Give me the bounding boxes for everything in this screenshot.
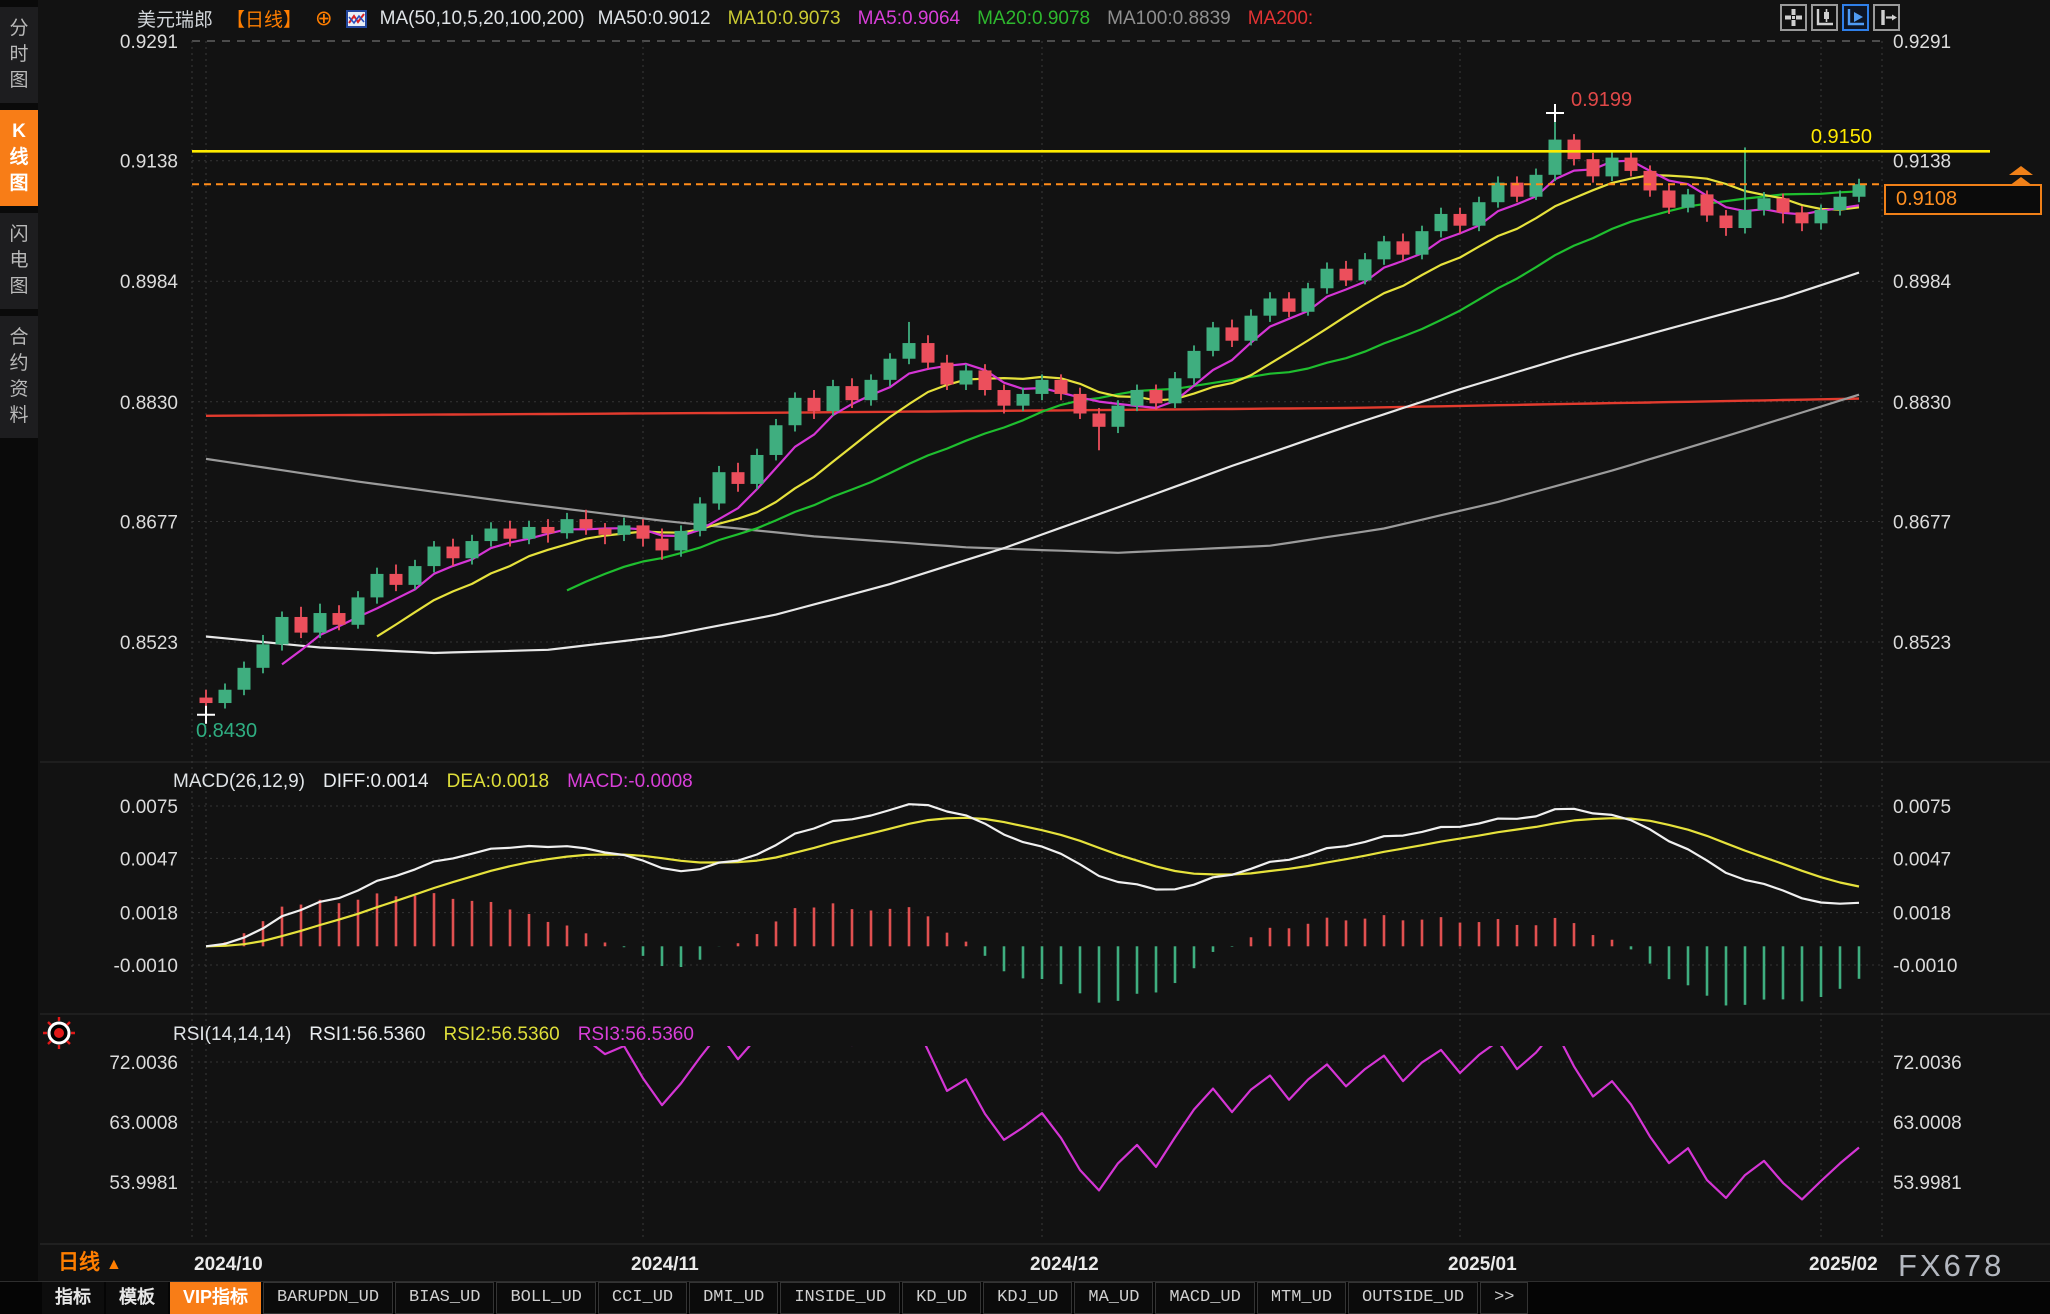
ma-value-1: MA10:0.9073	[728, 8, 841, 30]
period-selector-label: 日线	[58, 1251, 100, 1274]
svg-text:0.9138: 0.9138	[1893, 152, 1951, 173]
period-selector[interactable]: 日线 ▲	[58, 1246, 122, 1276]
ma-value-0: MA50:0.9012	[598, 8, 711, 30]
macd-hist-value: MACD:-0.0008	[567, 771, 693, 793]
macd-dea-value: DEA:0.0018	[447, 771, 549, 793]
ma-values: MA50:0.9012 MA10:0.9073 MA5:0.9064 MA20:0.9…	[598, 8, 1314, 30]
macd-diff-value: DIFF:0.0014	[323, 771, 429, 793]
indicator-tab-bar: 指标模板VIP指标BARUPDN_UDBIAS_UDBOLL_UDCCI_UDD…	[0, 1281, 2050, 1314]
rsi-title: RSI(14,14,14)	[173, 1024, 291, 1046]
svg-text:2024/12: 2024/12	[1030, 1254, 1099, 1275]
chart-canvas[interactable]: 0.9291 0.9291 0.9138 0.9138 0.8984 0.8984 0.88…	[0, 0, 2050, 1282]
macd-title: MACD(26,12,9)	[173, 771, 305, 793]
ma-value-5: MA200:	[1248, 8, 1313, 30]
trading-app: 0.9291 0.9291 0.9138 0.9138 0.8984 0.8984 0.88…	[0, 0, 2050, 1314]
svg-text:0.8984: 0.8984	[1893, 272, 1952, 293]
sidebar-item-1[interactable]: K线图	[0, 110, 38, 206]
svg-text:0.0018: 0.0018	[120, 904, 178, 925]
live-indicator-icon[interactable]	[42, 1016, 76, 1055]
svg-text:-0.0010: -0.0010	[1893, 956, 1957, 977]
chart-type-icon[interactable]	[346, 10, 367, 28]
tab-dmi_ud[interactable]: DMI_UD	[689, 1282, 778, 1314]
sidebar-item-3[interactable]: 合约资料	[0, 316, 38, 438]
ma-value-3: MA20:0.9078	[977, 8, 1090, 30]
tab-inside_ud[interactable]: INSIDE_UD	[780, 1282, 900, 1314]
tab-mtm_ud[interactable]: MTM_UD	[1257, 1282, 1346, 1314]
tab-kdj_ud[interactable]: KDJ_UD	[983, 1282, 1072, 1314]
svg-text:72.0036: 72.0036	[1893, 1053, 1962, 1074]
axis-scale-icon[interactable]	[1811, 4, 1838, 31]
scale-toolbar	[1780, 4, 1900, 31]
svg-text:0.8830: 0.8830	[1893, 393, 1951, 414]
x-axis-labels: 2024/10 2024/11 2024/12 2025/01 2025/02	[194, 1254, 1878, 1275]
tab-kd_ud[interactable]: KD_UD	[902, 1282, 981, 1314]
svg-text:0.0047: 0.0047	[1893, 849, 1951, 870]
svg-text:2024/11: 2024/11	[631, 1254, 699, 1275]
ma-value-4: MA100:0.8839	[1107, 8, 1231, 30]
price-up-arrows-icon	[2004, 165, 2038, 192]
tab-bias_ud[interactable]: BIAS_UD	[395, 1282, 494, 1314]
ma-lines	[206, 161, 1859, 665]
brand-watermark: FX678	[1898, 1248, 2004, 1284]
svg-text:63.0008: 63.0008	[109, 1113, 178, 1134]
rsi1-value: RSI1:56.5360	[309, 1024, 425, 1046]
svg-text:2025/01: 2025/01	[1448, 1254, 1517, 1275]
high-price-annotation: 0.9199	[1571, 89, 1632, 112]
compare-add-icon[interactable]: ⊕	[315, 9, 333, 28]
svg-text:0.8677: 0.8677	[120, 512, 178, 533]
sidebar-item-2[interactable]: 闪电图	[0, 213, 38, 309]
macd-panel-header: MACD(26,12,9) DIFF:0.0014 DEA:0.0018 MAC…	[173, 771, 693, 793]
tab-outside_ud[interactable]: OUTSIDE_UD	[1348, 1282, 1478, 1314]
sidebar-item-0[interactable]: 分时图	[0, 7, 38, 103]
svg-text:0.9291: 0.9291	[1893, 32, 1951, 53]
tab-[interactable]: 模板	[106, 1282, 168, 1314]
svg-text:0.0075: 0.0075	[1893, 797, 1951, 818]
axis-shift-icon[interactable]	[1873, 4, 1900, 31]
svg-text:2025/02: 2025/02	[1809, 1254, 1878, 1275]
svg-text:0.0047: 0.0047	[120, 849, 178, 870]
svg-text:-0.0010: -0.0010	[114, 956, 178, 977]
period-tag[interactable]: 【日线】	[226, 5, 302, 32]
svg-text:0.9291: 0.9291	[120, 32, 178, 53]
svg-text:0.8984: 0.8984	[120, 272, 179, 293]
tab-macd_ud[interactable]: MACD_UD	[1155, 1282, 1254, 1314]
svg-text:0.8830: 0.8830	[120, 393, 178, 414]
svg-text:53.9981: 53.9981	[109, 1173, 178, 1194]
svg-text:0.8523: 0.8523	[120, 633, 178, 654]
svg-text:63.0008: 63.0008	[1893, 1113, 1962, 1134]
ma-params-label: MA(50,10,5,20,100,200)	[380, 8, 585, 30]
playback-icon[interactable]	[1842, 4, 1869, 31]
chart-mode-sidebar: 分时图 K线图闪电图合约资料	[0, 0, 38, 1314]
macd-series	[206, 804, 1859, 1005]
price-level-lines	[192, 151, 1990, 184]
tab-barupdn_ud[interactable]: BARUPDN_UD	[263, 1282, 393, 1314]
tab-boll_ud[interactable]: BOLL_UD	[496, 1282, 595, 1314]
svg-text:0.0075: 0.0075	[120, 797, 178, 818]
tab-vip[interactable]: VIP指标	[170, 1282, 261, 1314]
rsi2-value: RSI2:56.5360	[444, 1024, 560, 1046]
svg-text:0.8677: 0.8677	[1893, 512, 1951, 533]
tab-cci_ud[interactable]: CCI_UD	[598, 1282, 687, 1314]
low-price-annotation: 0.8430	[196, 720, 257, 743]
pan-crosshair-icon[interactable]	[1780, 4, 1807, 31]
tab-[interactable]: 指标	[42, 1282, 104, 1314]
chart-header: 美元瑞郎 【日线】 ⊕ MA(50,10,5,20,100,200) MA50:…	[137, 5, 1313, 32]
triangle-up-icon: ▲	[106, 1256, 122, 1273]
svg-text:2024/10: 2024/10	[194, 1254, 263, 1275]
symbol-name: 美元瑞郎	[137, 5, 213, 32]
tab-ma_ud[interactable]: MA_UD	[1074, 1282, 1153, 1314]
tab->>[interactable]: >>	[1480, 1282, 1528, 1314]
svg-text:72.0036: 72.0036	[109, 1053, 178, 1074]
rsi3-value: RSI3:56.5360	[578, 1024, 694, 1046]
ma-value-2: MA5:0.9064	[858, 8, 960, 30]
svg-text:0.8523: 0.8523	[1893, 633, 1951, 654]
svg-text:0.0018: 0.0018	[1893, 904, 1951, 925]
resistance-line-label: 0.9150	[1752, 126, 1872, 149]
rsi-panel-header: RSI(14,14,14) RSI1:56.5360 RSI2:56.5360 …	[173, 1024, 694, 1046]
svg-text:0.9138: 0.9138	[120, 152, 178, 173]
svg-text:53.9981: 53.9981	[1893, 1173, 1962, 1194]
